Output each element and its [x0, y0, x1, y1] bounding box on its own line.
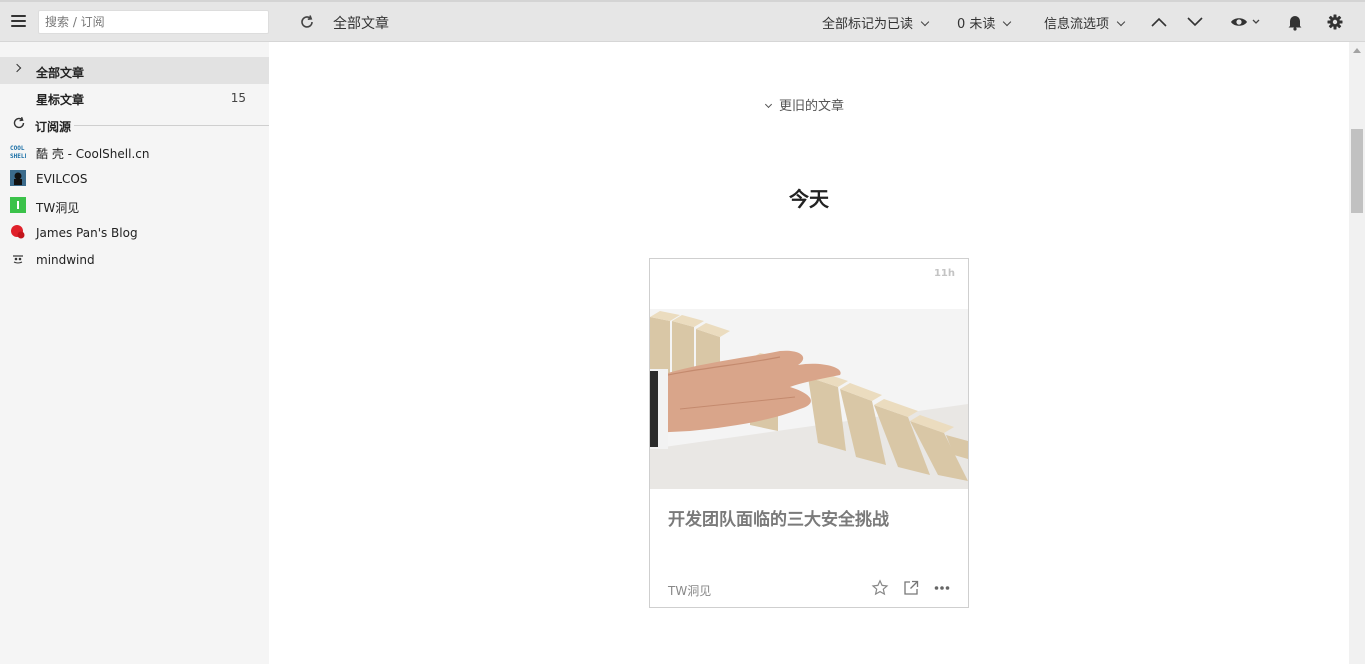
chevron-right-icon	[12, 63, 22, 73]
svg-text:COOL: COOL	[10, 145, 25, 152]
tw-icon	[10, 197, 26, 213]
scrollbar-thumb[interactable]	[1351, 129, 1363, 213]
unread-filter-dropdown[interactable]: 0 未读	[957, 13, 1012, 32]
top-toolbar: 全部文章 全部标记为已读 0 未读 信息流选项	[0, 0, 1365, 42]
notification-bell-icon[interactable]	[1286, 13, 1304, 31]
previous-article-icon[interactable]	[1150, 14, 1168, 30]
james-pan-icon	[11, 225, 25, 239]
more-options-icon[interactable]	[933, 579, 951, 597]
mindwind-icon	[13, 255, 23, 264]
settings-gear-icon[interactable]	[1326, 13, 1344, 31]
sidebar-item-feed-evilcos[interactable]: EVILCOS	[0, 165, 269, 192]
evilcos-icon	[10, 170, 26, 186]
older-articles-label: 更旧的文章	[779, 99, 845, 114]
article-card[interactable]: 11h 开发团队面临的三大安全挑战 TW洞见	[649, 258, 969, 608]
sidebar-item-feed-tw[interactable]: TW洞见	[0, 192, 269, 219]
chevron-down-icon	[1003, 17, 1012, 27]
sidebar-item-all-articles[interactable]: 全部文章	[0, 57, 269, 84]
feeds-heading: 订阅源	[35, 120, 72, 134]
open-external-icon[interactable]	[902, 579, 920, 597]
feed-options-label: 信息流选项	[1044, 17, 1110, 32]
article-source[interactable]: TW洞见	[668, 582, 711, 599]
sidebar-item-starred[interactable]: 星标文章 15	[0, 84, 269, 111]
article-thumbnail	[650, 309, 968, 489]
feed-label: TW洞见	[36, 201, 80, 215]
coolshell-icon: COOL SHELL	[10, 145, 26, 159]
svg-text:SHELL: SHELL	[10, 153, 26, 159]
menu-icon[interactable]	[11, 15, 26, 27]
sidebar-item-feed-james-pan[interactable]: James Pan's Blog	[0, 219, 269, 246]
scrollbar[interactable]	[1349, 42, 1365, 664]
page-title: 全部文章	[333, 16, 389, 32]
feed-label: James Pan's Blog	[36, 226, 138, 240]
refresh-feeds-icon[interactable]	[12, 116, 26, 130]
star-icon[interactable]	[871, 579, 889, 597]
chevron-down-icon	[1116, 17, 1126, 27]
sidebar-item-label: 全部文章	[36, 66, 85, 80]
article-title[interactable]: 开发团队面临的三大安全挑战	[668, 505, 889, 530]
feed-options-dropdown[interactable]: 信息流选项	[1044, 13, 1126, 32]
scroll-up-arrow-icon[interactable]	[1353, 48, 1361, 53]
feed-label: 酷 壳 - CoolShell.cn	[36, 147, 150, 161]
article-stream: 更旧的文章 今天 11h 开发团队面临的三大安全挑战 TW洞见	[269, 42, 1349, 664]
article-age: 11h	[933, 268, 955, 279]
sidebar-item-feed-mindwind[interactable]: mindwind	[0, 246, 269, 273]
chevron-down-icon	[920, 17, 930, 27]
next-article-icon[interactable]	[1186, 14, 1204, 30]
unread-label: 0 未读	[957, 17, 996, 32]
mark-all-read-label: 全部标记为已读	[822, 17, 914, 32]
refresh-icon[interactable]	[297, 12, 317, 32]
feed-label: mindwind	[36, 253, 95, 267]
sidebar: 全部文章 星标文章 15 订阅源 COOL SHELL 酷 壳 - CoolSh…	[0, 42, 269, 664]
sidebar-item-feed-coolshell[interactable]: COOL SHELL 酷 壳 - CoolShell.cn	[0, 138, 269, 165]
search-input[interactable]	[38, 10, 269, 34]
day-heading: 今天	[789, 187, 829, 211]
feed-label: EVILCOS	[36, 172, 88, 186]
sidebar-item-label: 星标文章	[36, 93, 85, 107]
view-mode-icon[interactable]	[1230, 13, 1260, 31]
chevron-down-icon	[764, 100, 773, 109]
older-articles-link[interactable]: 更旧的文章	[764, 95, 845, 114]
divider	[74, 125, 269, 126]
starred-count: 15	[230, 91, 246, 105]
mark-all-read-dropdown[interactable]: 全部标记为已读	[822, 13, 930, 32]
